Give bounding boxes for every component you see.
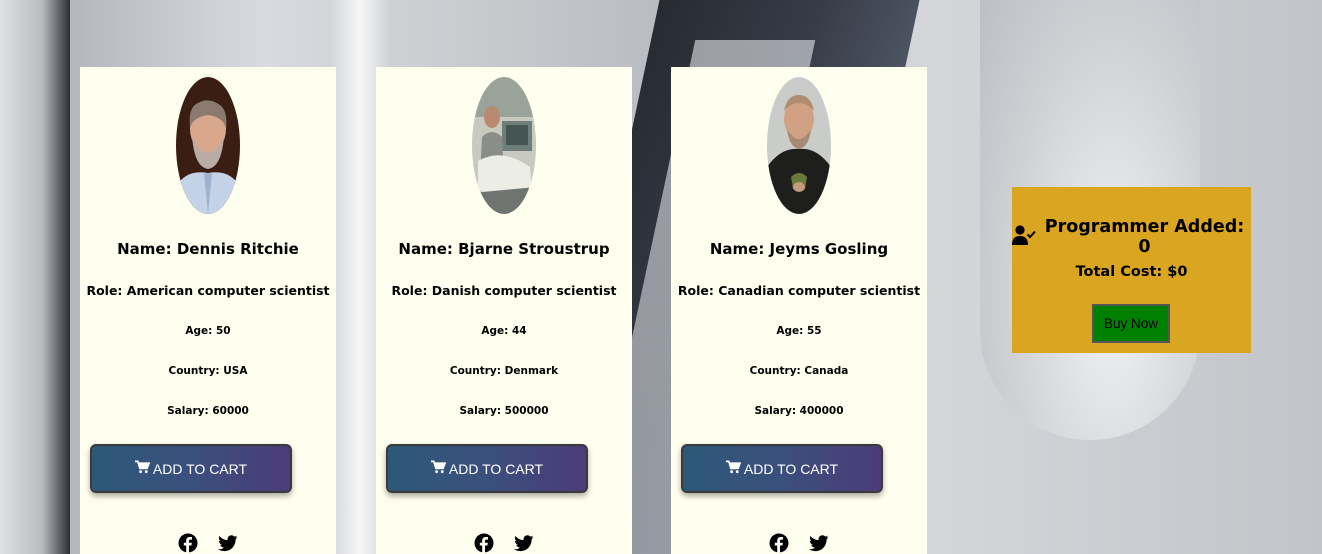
total-cost: Total Cost: $0 bbox=[1075, 264, 1188, 280]
add-to-cart-label: ADD TO CART bbox=[743, 460, 839, 477]
programmer-name: Name: Dennis Ritchie bbox=[117, 240, 299, 258]
summary-title: Programmer Added: 0 bbox=[1012, 217, 1251, 257]
buy-now-button[interactable]: Buy Now bbox=[1092, 304, 1170, 343]
facebook-icon[interactable] bbox=[474, 533, 494, 553]
add-to-cart-label: ADD TO CART bbox=[152, 460, 248, 477]
programmer-age: Age: 44 bbox=[481, 325, 527, 337]
programmer-card: Name: Bjarne Stroustrup Role: Danish com… bbox=[376, 67, 632, 554]
programmer-salary: Salary: 60000 bbox=[167, 405, 249, 417]
programmer-card: Name: Jeyms Gosling Role: Canadian compu… bbox=[671, 67, 927, 554]
programmer-country: Country: Canada bbox=[749, 365, 849, 377]
programmer-country: Country: USA bbox=[168, 365, 248, 377]
programmer-name: Name: Bjarne Stroustrup bbox=[398, 240, 610, 258]
add-to-cart-label: ADD TO CART bbox=[448, 460, 544, 477]
cart-summary: Programmer Added: 0 Total Cost: $0 Buy N… bbox=[1012, 187, 1251, 353]
cart-icon bbox=[725, 460, 742, 477]
user-check-icon bbox=[1012, 224, 1036, 250]
programmer-role: Role: Danish computer scientist bbox=[391, 283, 617, 298]
programmer-age: Age: 50 bbox=[185, 325, 231, 337]
programmer-name: Name: Jeyms Gosling bbox=[709, 240, 889, 258]
cart-icon bbox=[430, 460, 447, 477]
social-links bbox=[80, 533, 336, 553]
programmer-salary: Salary: 500000 bbox=[459, 405, 549, 417]
programmer-card: Name: Dennis Ritchie Role: American comp… bbox=[80, 67, 336, 554]
programmer-photo bbox=[176, 77, 240, 214]
social-links bbox=[671, 533, 927, 553]
cart-icon bbox=[134, 460, 151, 477]
social-links bbox=[376, 533, 632, 553]
twitter-icon[interactable] bbox=[809, 533, 829, 553]
programmer-salary: Salary: 400000 bbox=[754, 405, 844, 417]
programmer-role: Role: Canadian computer scientist bbox=[677, 283, 921, 298]
programmer-age: Age: 55 bbox=[776, 325, 822, 337]
programmer-country: Country: Denmark bbox=[449, 365, 559, 377]
add-to-cart-button[interactable]: ADD TO CART bbox=[386, 444, 588, 493]
programmer-role: Role: American computer scientist bbox=[86, 283, 330, 298]
add-to-cart-button[interactable]: ADD TO CART bbox=[681, 444, 883, 493]
programmer-photo bbox=[767, 77, 831, 214]
programmer-added-count: Programmer Added: 0 bbox=[1044, 217, 1245, 257]
programmer-photo bbox=[472, 77, 536, 214]
facebook-icon[interactable] bbox=[769, 533, 789, 553]
facebook-icon[interactable] bbox=[178, 533, 198, 553]
twitter-icon[interactable] bbox=[218, 533, 238, 553]
twitter-icon[interactable] bbox=[514, 533, 534, 553]
add-to-cart-button[interactable]: ADD TO CART bbox=[90, 444, 292, 493]
